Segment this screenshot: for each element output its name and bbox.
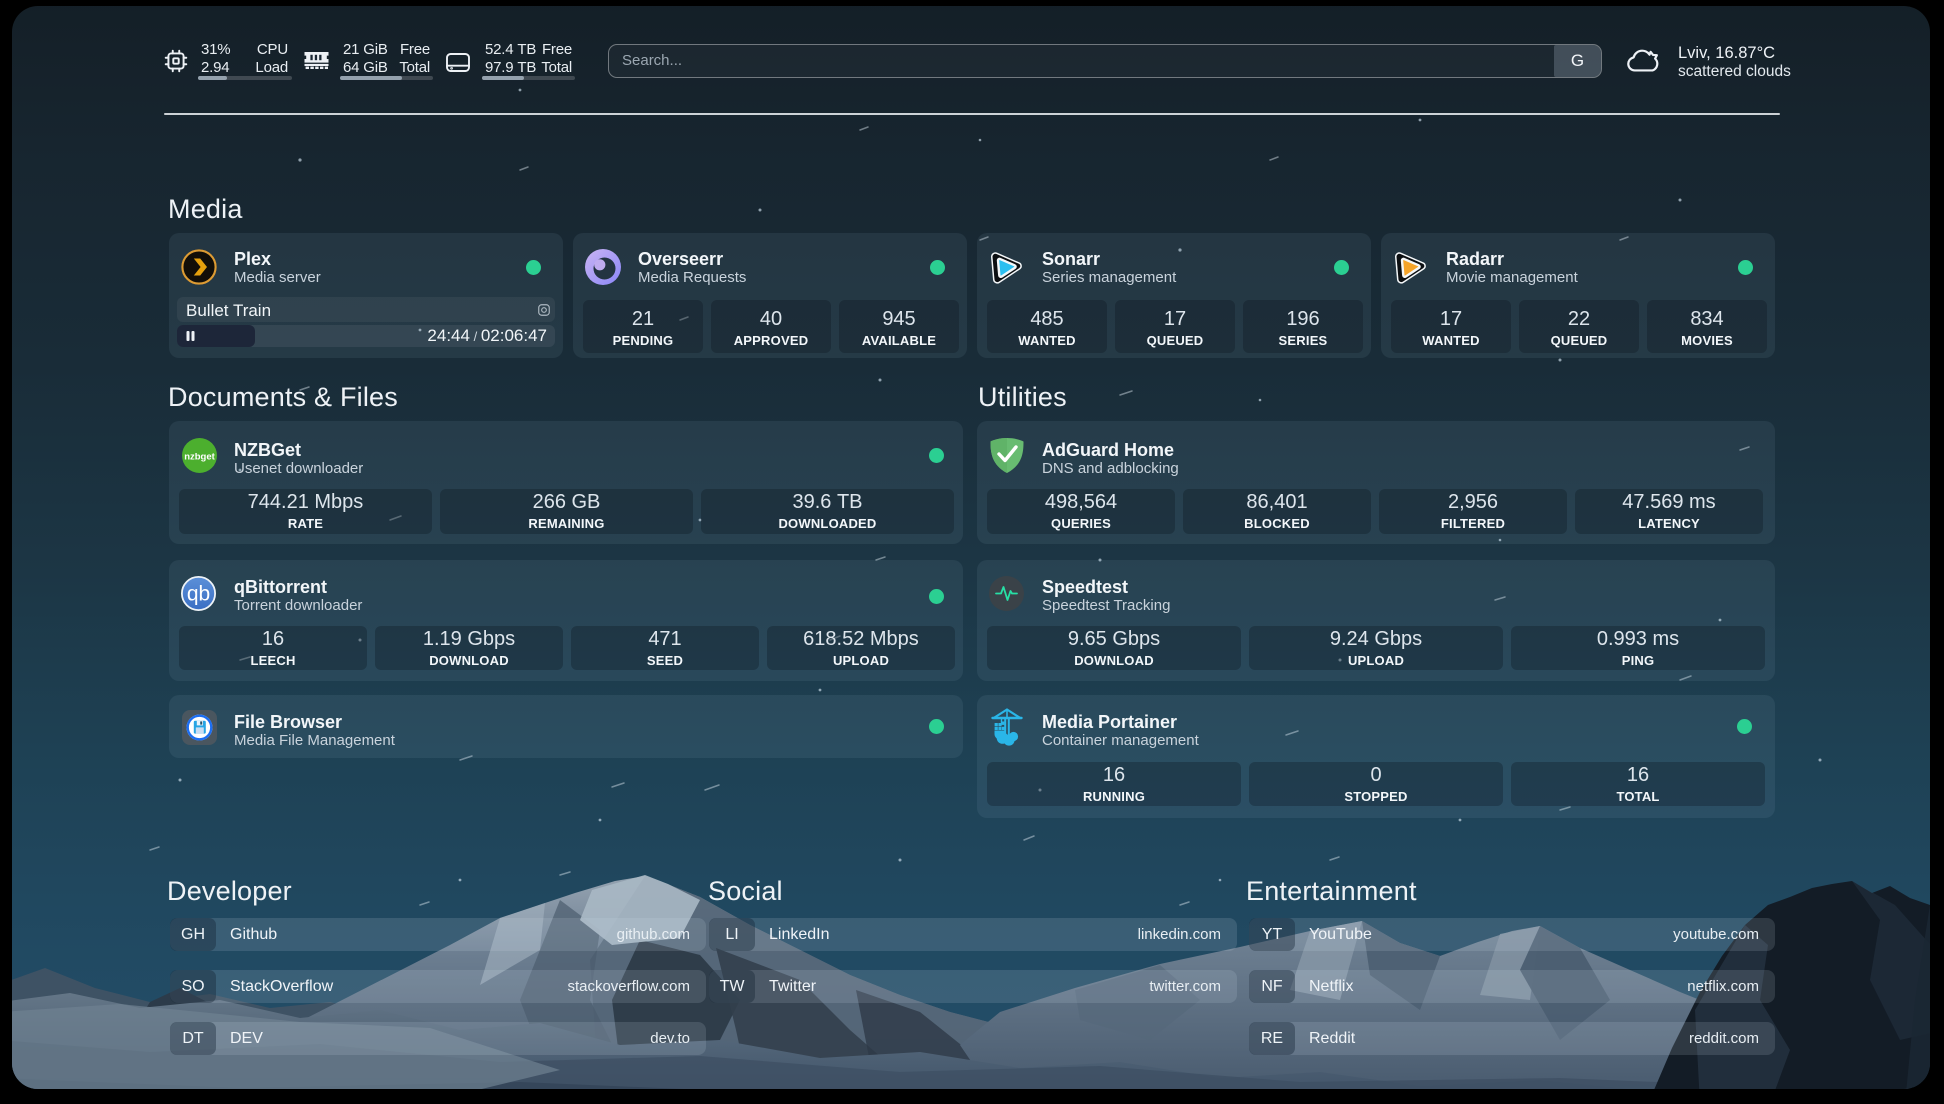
svg-text:qb: qb — [187, 583, 210, 606]
svg-text:nzbget: nzbget — [184, 452, 215, 463]
